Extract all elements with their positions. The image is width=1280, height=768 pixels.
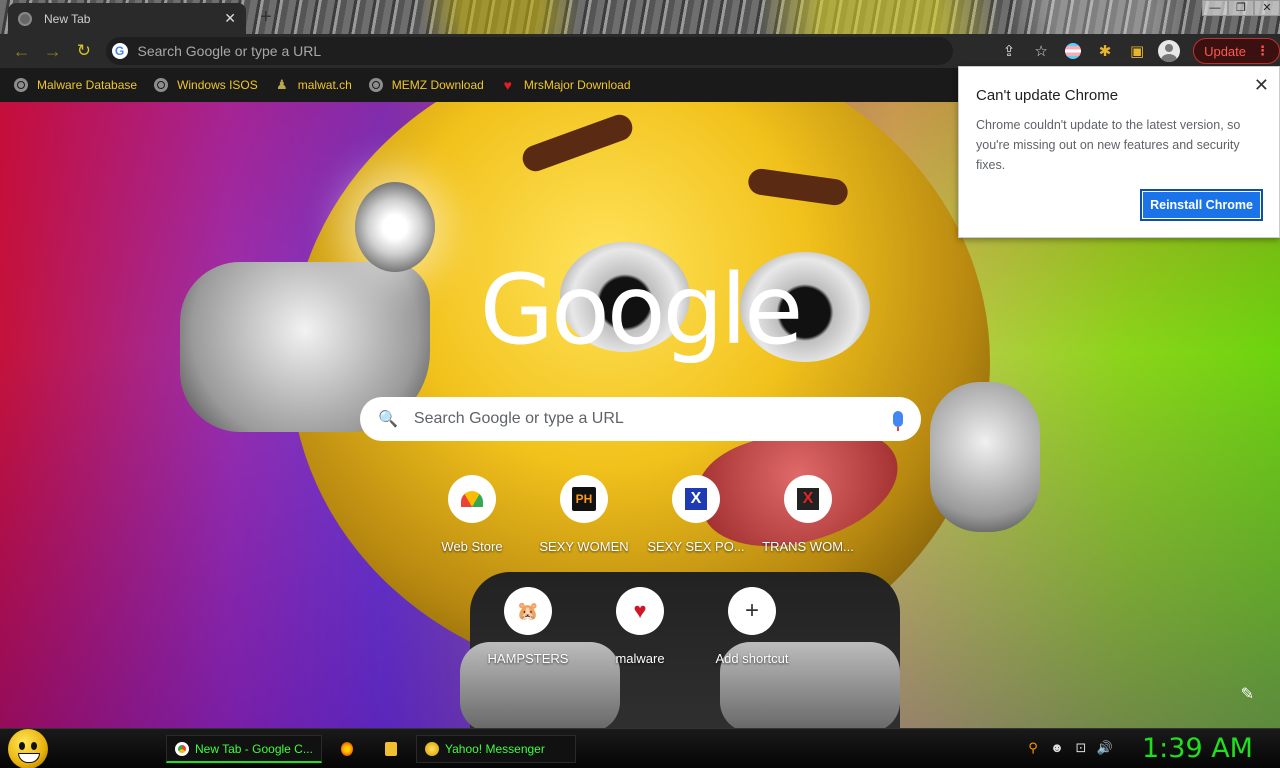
x-blue-icon: X	[685, 488, 707, 510]
omnibox[interactable]: G	[105, 37, 954, 65]
reinstall-chrome-button[interactable]: Reinstall Chrome	[1140, 189, 1263, 221]
chrome-icon	[175, 741, 189, 756]
globe-icon	[14, 78, 28, 92]
shortcut-trans-wom[interactable]: X TRANS WOM...	[752, 475, 864, 575]
browser-toolbar: ← → ↻ G ⇪ ☆ ✱ ▣ Update ⋮	[0, 34, 1280, 68]
update-button[interactable]: Update ⋮	[1193, 38, 1280, 64]
back-button[interactable]: ←	[6, 35, 37, 67]
shortcut-label: Add shortcut	[715, 651, 789, 666]
bookmark-label: MEMZ Download	[391, 78, 484, 92]
taskbar-item-chrome[interactable]: New Tab - Google C...	[166, 735, 322, 763]
taskbar-clock[interactable]: 1:39 AM	[1142, 733, 1253, 764]
omnibox-input[interactable]	[137, 43, 938, 59]
volume-tray-icon[interactable]: 🔊	[1096, 739, 1114, 757]
menu-dots-icon: ⋮	[1256, 43, 1269, 58]
plus-icon: +	[744, 597, 759, 624]
bookmark-malware-database[interactable]: Malware Database	[14, 78, 137, 92]
shortcut-label: Web Store	[441, 539, 503, 554]
tab-title: New Tab	[44, 11, 91, 26]
smiley-icon	[425, 742, 439, 756]
profile-avatar-icon[interactable]	[1153, 35, 1185, 67]
shortcut-label: TRANS WOM...	[762, 539, 854, 554]
messenger-tray-icon[interactable]: ☻	[1048, 739, 1066, 757]
bookmark-star-icon[interactable]: ☆	[1025, 35, 1057, 67]
shortcut-sexy-sex-po[interactable]: X SEXY SEX PO...	[640, 475, 752, 575]
taskbar-item-folder[interactable]	[376, 735, 412, 763]
heart-icon: ♥	[633, 598, 647, 623]
shortcut-malware[interactable]: ♥ malware	[584, 587, 696, 687]
shortcut-label: malware	[615, 651, 665, 666]
bookmark-label: Malware Database	[37, 78, 138, 92]
trans-flag-extension-icon[interactable]	[1057, 35, 1089, 67]
new-tab-button[interactable]: +	[260, 6, 272, 29]
popup-body: Chrome couldn't update to the latest ver…	[976, 118, 1241, 172]
folder-icon	[385, 742, 397, 756]
window-controls: — ❐ ✕	[1202, 0, 1280, 16]
side-panel-icon[interactable]: ▣	[1121, 35, 1153, 67]
share-icon[interactable]: ⇪	[993, 35, 1025, 67]
shortcut-web-store[interactable]: Web Store	[416, 475, 528, 575]
ph-icon: PH	[572, 487, 596, 511]
update-label: Update	[1204, 43, 1246, 59]
update-error-popup: Can't update Chrome ✕ Chrome couldn't up…	[958, 66, 1280, 238]
system-tray: ⚲ ☻ ⊡ 🔊	[1024, 739, 1114, 757]
bookmark-mrsmajor-download[interactable]: ♥ MrsMajor Download	[501, 78, 631, 92]
taskbar: New Tab - Google C... Yahoo! Messenger ⚲…	[0, 728, 1280, 768]
extensions-puzzle-icon[interactable]: ✱	[1089, 35, 1121, 67]
shortcut-icon-circle: X	[672, 475, 720, 523]
start-button-smiley-icon[interactable]	[8, 728, 48, 768]
minimize-button[interactable]: —	[1202, 0, 1228, 16]
shortcut-label: SEXY SEX PO...	[647, 539, 745, 554]
firefox-icon	[341, 742, 353, 756]
shortcut-icon-circle: 🐹	[504, 587, 552, 635]
customize-pencil-icon[interactable]: ✎	[1241, 684, 1254, 704]
shortcut-icon-circle: ♥	[616, 587, 664, 635]
bookmark-memz-download[interactable]: MEMZ Download	[368, 78, 484, 92]
person-icon: ♟	[275, 77, 288, 92]
shortcut-icon-circle: X	[784, 475, 832, 523]
search-tray-icon[interactable]: ⚲	[1024, 739, 1042, 757]
refresh-button[interactable]: ↻	[68, 35, 99, 67]
globe-icon	[368, 78, 383, 92]
shortcut-icon-circle: +	[728, 587, 776, 635]
bookmark-label: MrsMajor Download	[523, 78, 631, 92]
x-red-icon: X	[797, 488, 819, 510]
network-tray-icon[interactable]: ⊡	[1072, 739, 1090, 757]
globe-icon	[154, 78, 169, 92]
chrome-favicon-icon	[18, 11, 32, 26]
close-window-button[interactable]: ✕	[1254, 0, 1280, 16]
webstore-icon	[461, 491, 483, 507]
close-icon[interactable]: ✕	[1254, 75, 1269, 96]
shortcut-sexy-women[interactable]: PH SEXY WOMEN	[528, 475, 640, 575]
tab-new-tab[interactable]: New Tab ✕	[8, 3, 246, 34]
shortcut-hampsters[interactable]: 🐹 HAMPSTERS	[472, 587, 584, 687]
taskbar-item-label: New Tab - Google C...	[195, 741, 313, 756]
bookmark-malwatch[interactable]: ♟ malwat.ch	[275, 77, 352, 93]
bookmark-label: malwat.ch	[297, 78, 352, 92]
taskbar-item-label: Yahoo! Messenger	[445, 742, 545, 756]
bookmark-label: Windows ISOS	[177, 78, 258, 92]
close-tab-icon[interactable]: ✕	[224, 10, 236, 27]
shortcut-label: HAMPSTERS	[487, 651, 569, 666]
taskbar-item-firefox[interactable]	[332, 735, 368, 763]
google-g-icon: G	[111, 43, 128, 59]
hamster-icon: 🐹	[516, 600, 540, 621]
shortcut-icon-circle: PH	[560, 475, 608, 523]
tab-strip: New Tab ✕ + — ❐ ✕	[0, 0, 1280, 34]
shortcut-add[interactable]: + Add shortcut	[696, 587, 808, 687]
forward-button[interactable]: →	[37, 35, 68, 67]
heart-icon: ♥	[503, 77, 512, 93]
bookmark-windows-isos[interactable]: Windows ISOS	[154, 78, 258, 92]
shortcut-icon-circle	[448, 475, 496, 523]
taskbar-item-yahoo-messenger[interactable]: Yahoo! Messenger	[416, 735, 576, 763]
shortcut-label: SEXY WOMEN	[539, 539, 629, 554]
popup-title: Can't update Chrome	[976, 87, 1119, 104]
maximize-button[interactable]: ❐	[1228, 0, 1254, 16]
